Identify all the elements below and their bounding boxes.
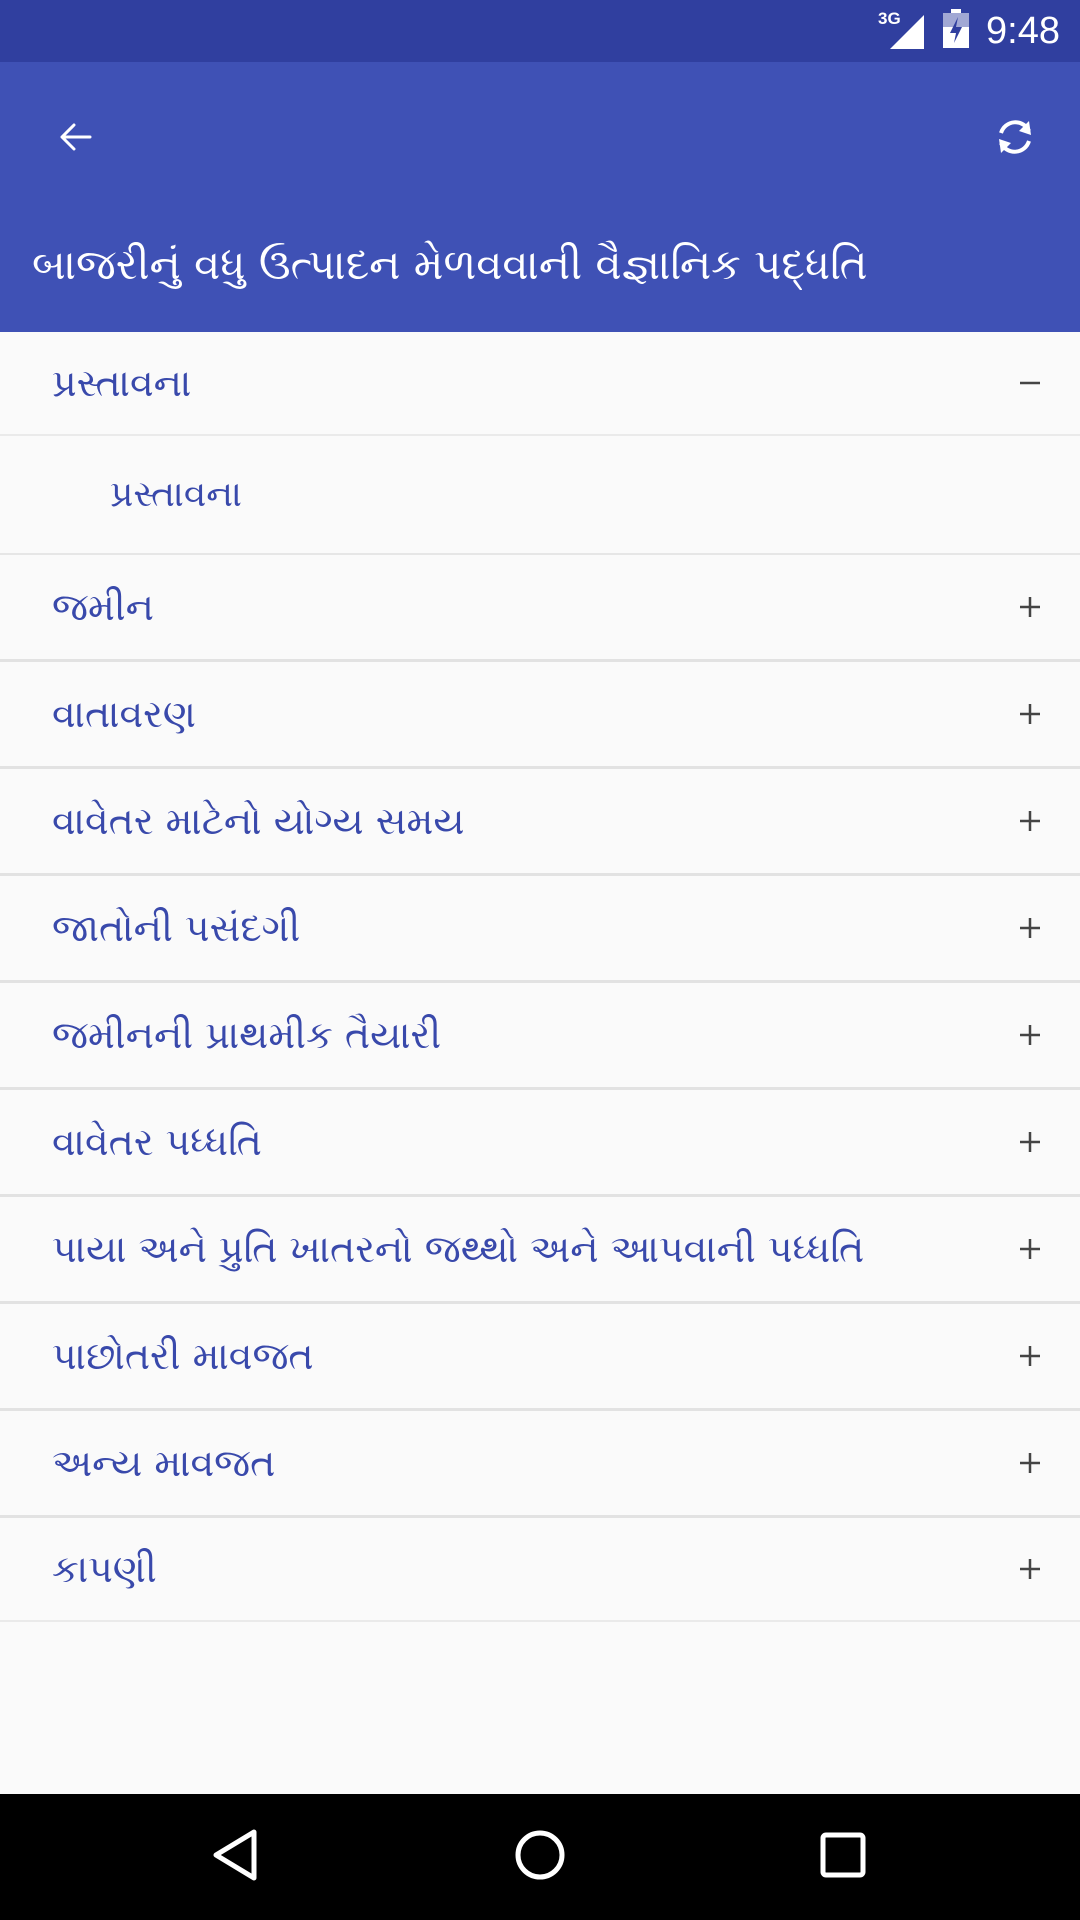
section-label: કાપણી xyxy=(52,1546,157,1591)
sub-item-label: પ્રસ્તાવના xyxy=(110,473,242,515)
section-item[interactable]: જમીનની પ્રાથમીક તૈયારી xyxy=(0,983,1080,1090)
expand-icon[interactable] xyxy=(1010,1229,1050,1269)
battery-icon xyxy=(942,9,970,53)
arrow-left-icon xyxy=(58,122,94,156)
page-title: બાજરીનું વધુ ઉત્પાદન મેળવવાની વૈજ્ઞાનિક … xyxy=(32,240,868,289)
section-label: જમીન xyxy=(52,584,154,629)
expand-icon[interactable] xyxy=(1010,908,1050,948)
section-label: પાયા અને પ્રુતિ ખાતરનો જથ્થો અને આપવાની … xyxy=(52,1226,865,1271)
refresh-icon xyxy=(993,115,1037,163)
section-item[interactable]: પ્રસ્તાવના xyxy=(0,332,1080,436)
expand-icon[interactable] xyxy=(1010,1443,1050,1483)
section-label: જમીનની પ્રાથમીક તૈયારી xyxy=(52,1012,442,1057)
section-item[interactable]: અન્ય માવજત xyxy=(0,1411,1080,1518)
nav-back-button[interactable] xyxy=(200,1822,270,1892)
nav-recents-icon xyxy=(819,1831,867,1883)
section-item[interactable]: વાતાવરણ xyxy=(0,662,1080,769)
expand-icon[interactable] xyxy=(1010,1336,1050,1376)
section-label: પાછોતરી માવજત xyxy=(52,1333,314,1378)
refresh-button[interactable] xyxy=(980,104,1050,174)
status-icons: 3G 9:48 xyxy=(878,0,1060,62)
section-item[interactable]: જાતોની પસંદગી xyxy=(0,876,1080,983)
nav-recents-button[interactable] xyxy=(808,1822,878,1892)
section-label: વાવેતર માટેનો યોગ્ય સમય xyxy=(52,798,465,843)
section-list: પ્રસ્તાવના પ્રસ્તાવના જમીન વાતાવરણ વાવેત… xyxy=(0,332,1080,1622)
section-item[interactable]: પાછોતરી માવજત xyxy=(0,1304,1080,1411)
app-bar: બાજરીનું વધુ ઉત્પાદન મેળવવાની વૈજ્ઞાનિક … xyxy=(0,62,1080,332)
section-item[interactable]: પાયા અને પ્રુતિ ખાતરનો જથ્થો અને આપવાની … xyxy=(0,1197,1080,1304)
section-label: વાતાવરણ xyxy=(52,691,196,736)
expand-icon[interactable] xyxy=(1010,801,1050,841)
expand-icon[interactable] xyxy=(1010,1122,1050,1162)
expand-icon[interactable] xyxy=(1010,1549,1050,1589)
nav-home-button[interactable] xyxy=(505,1822,575,1892)
nav-home-icon xyxy=(513,1828,567,1886)
section-item[interactable]: વાવેતર પધ્ધતિ xyxy=(0,1090,1080,1197)
section-label: વાવેતર પધ્ધતિ xyxy=(52,1119,262,1164)
section-item[interactable]: જમીન xyxy=(0,555,1080,662)
section-label: પ્રસ્તાવના xyxy=(52,360,192,405)
expand-icon[interactable] xyxy=(1010,1015,1050,1055)
section-item[interactable]: વાવેતર માટેનો યોગ્ય સમય xyxy=(0,769,1080,876)
section-label: અન્ય માવજત xyxy=(52,1440,276,1485)
sub-item[interactable]: પ્રસ્તાવના xyxy=(0,436,1080,555)
back-button[interactable] xyxy=(44,107,108,171)
expand-icon[interactable] xyxy=(1010,587,1050,627)
status-time: 9:48 xyxy=(986,9,1060,52)
collapse-icon[interactable] xyxy=(1010,363,1050,403)
system-nav-bar xyxy=(0,1794,1080,1920)
section-label: જાતોની પસંદગી xyxy=(52,905,301,950)
cell-signal-icon: 3G xyxy=(878,9,926,51)
status-bar: 3G 9:48 xyxy=(0,0,1080,62)
section-item[interactable]: કાપણી xyxy=(0,1518,1080,1622)
nav-back-icon xyxy=(210,1828,260,1886)
expand-icon[interactable] xyxy=(1010,694,1050,734)
